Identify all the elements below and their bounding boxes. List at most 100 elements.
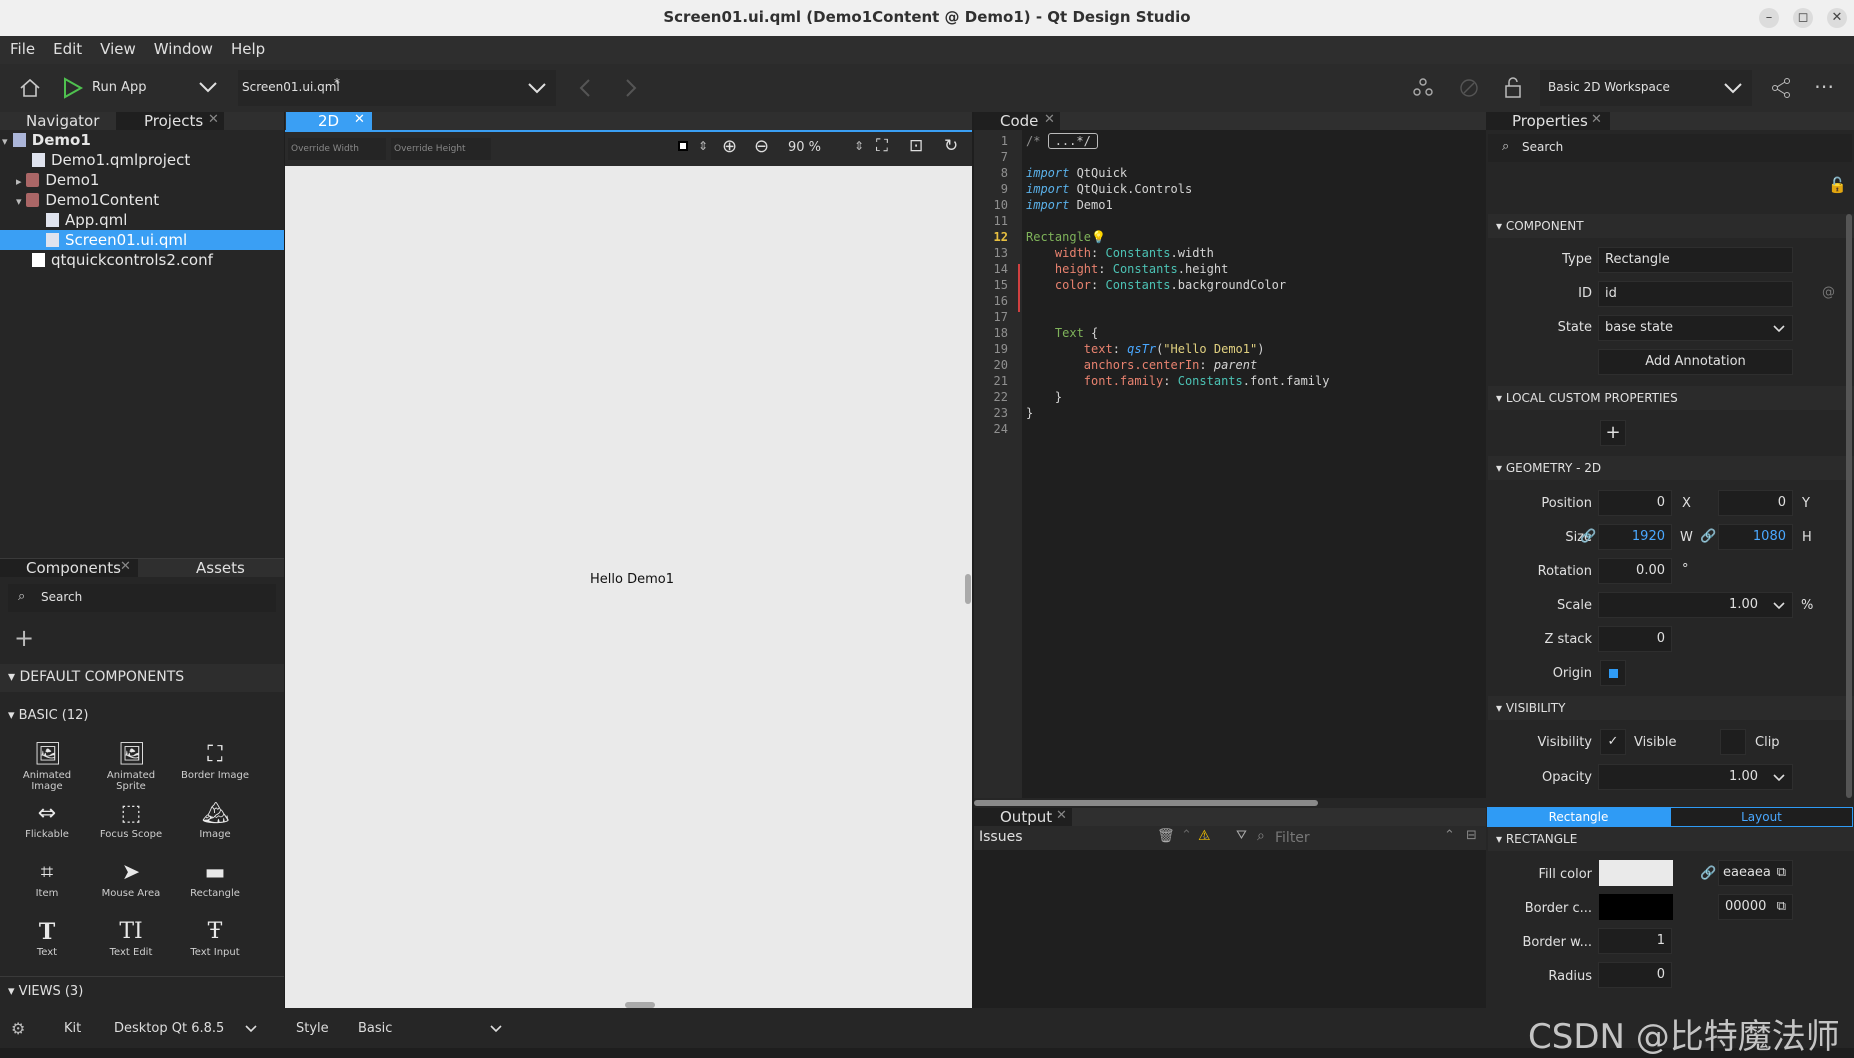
share-icon[interactable] <box>1770 77 1792 99</box>
alias-export-icon[interactable]: @ <box>1822 285 1835 300</box>
menu-edit[interactable]: Edit <box>43 36 90 58</box>
local-custom-properties-header[interactable]: ▾ LOCAL CUSTOM PROPERTIES <box>1488 386 1854 410</box>
close-button[interactable]: ✕ <box>1827 8 1847 28</box>
code-line[interactable]: anchors.centerIn: parent <box>1026 358 1257 372</box>
override-height-input[interactable]: Override Height <box>391 138 491 160</box>
chevron-up-icon[interactable]: ⌃ <box>1181 828 1192 843</box>
style-combo[interactable]: Basic <box>354 1014 506 1042</box>
code-line[interactable]: import QtQuick <box>1026 166 1127 180</box>
default-components-header[interactable]: ▾ DEFAULT COMPONENTS <box>0 664 284 692</box>
background-color-icon[interactable] <box>678 141 688 151</box>
state-combo[interactable]: base state <box>1598 315 1793 341</box>
geometry-section-header[interactable]: ▾ GEOMETRY - 2D <box>1488 456 1854 480</box>
forward-icon[interactable] <box>624 78 638 98</box>
component-text[interactable]: T Text <box>7 919 87 958</box>
properties-scrollbar[interactable] <box>1846 214 1852 798</box>
warning-icon[interactable]: ⚠ <box>1198 828 1211 844</box>
tree-item-screen01[interactable]: Screen01.ui.qml <box>0 230 284 250</box>
back-icon[interactable] <box>578 78 592 98</box>
tab-components[interactable]: Components <box>0 559 138 577</box>
close-tab-icon[interactable]: ✕ <box>1056 808 1067 823</box>
filter-input[interactable]: Filter <box>1275 830 1310 846</box>
size-w-field[interactable]: 1920 <box>1598 524 1672 550</box>
tree-item-demo1content[interactable]: ▾ Demo1Content <box>16 190 159 210</box>
spin-arrows-icon[interactable]: ⇕ <box>698 139 708 153</box>
tab-navigator[interactable]: Navigator <box>0 112 116 130</box>
code-horizontal-scrollbar[interactable] <box>974 800 1318 806</box>
position-x-field[interactable]: 0 <box>1598 490 1672 516</box>
code-line[interactable]: text: qsTr("Hello Demo1") <box>1026 342 1265 356</box>
component-section-header[interactable]: ▾ COMPONENT <box>1488 214 1854 238</box>
tree-item-qtquickcontrols2-conf[interactable]: qtquickcontrols2.conf <box>32 250 213 270</box>
gear-icon[interactable]: ⚙ <box>11 1019 25 1038</box>
code-line[interactable]: color: Constants.backgroundColor <box>1026 278 1286 292</box>
override-width-input[interactable]: Override Width <box>288 138 386 160</box>
link-icon[interactable]: 🔗 <box>1580 529 1596 544</box>
fill-color-swatch[interactable] <box>1599 860 1673 886</box>
zoom-spin-icon[interactable]: ⇕ <box>854 139 864 153</box>
code-line[interactable]: /* ...*/ <box>1026 133 1098 149</box>
clip-checkbox[interactable] <box>1720 729 1746 755</box>
tree-item-demo1-root[interactable]: ▾ Demo1 <box>2 130 91 150</box>
type-field[interactable]: Rectangle <box>1598 247 1793 273</box>
menu-view[interactable]: View <box>90 36 144 58</box>
origin-picker[interactable] <box>1600 660 1626 686</box>
hello-text-item[interactable]: Hello Demo1 <box>590 572 674 587</box>
border-color-swatch[interactable] <box>1599 894 1673 920</box>
code-line[interactable]: import Demo1 <box>1026 198 1113 212</box>
add-property-button[interactable]: + <box>1600 420 1626 446</box>
zstack-field[interactable]: 0 <box>1598 626 1672 652</box>
tree-item-qmlproject[interactable]: Demo1.qmlproject <box>32 150 190 170</box>
code-line[interactable]: } <box>1026 406 1033 420</box>
run-app-label[interactable]: Run App <box>92 80 146 95</box>
add-module-icon[interactable]: + <box>14 624 34 652</box>
tree-item-app-qml[interactable]: App.qml <box>46 210 127 230</box>
component-item[interactable]: ⌗ Item <box>7 860 87 899</box>
id-field[interactable]: id <box>1598 281 1793 307</box>
visible-checkbox[interactable]: ✓ <box>1600 729 1626 755</box>
zoom-in-icon[interactable]: ⊕ <box>722 136 737 157</box>
code-line[interactable]: Rectangle💡 <box>1026 230 1106 244</box>
component-mouse-area[interactable]: ➤ Mouse Area <box>91 860 171 899</box>
close-tab-icon[interactable]: ✕ <box>120 559 131 574</box>
minimize-button[interactable]: – <box>1759 8 1779 28</box>
close-tab-icon[interactable]: ✕ <box>354 112 365 127</box>
code-line[interactable]: height: Constants.height <box>1026 262 1228 276</box>
link-icon[interactable]: 🔗 <box>1700 529 1716 544</box>
component-text-edit[interactable]: TI Text Edit <box>91 919 171 958</box>
open-file-combo[interactable]: Screen01.ui.qml * <box>238 70 556 106</box>
code-line[interactable]: import QtQuick.Controls <box>1026 182 1192 196</box>
home-icon[interactable] <box>18 76 42 100</box>
issues-list[interactable] <box>974 850 1486 1008</box>
fit-selection-icon[interactable]: ⊡ <box>909 136 923 156</box>
tree-item-demo1-folder[interactable]: ▸ Demo1 <box>16 170 99 190</box>
panel-toggle-icon[interactable]: ⊟ <box>1466 828 1477 843</box>
copy-icon[interactable]: ⧉ <box>1777 895 1786 919</box>
close-tab-icon[interactable]: ✕ <box>1591 112 1602 127</box>
vertical-scrollbar[interactable] <box>965 574 971 604</box>
close-tab-icon[interactable]: ✕ <box>1044 112 1055 127</box>
zoom-level[interactable]: 90 % <box>788 140 821 155</box>
visibility-section-header[interactable]: ▾ VISIBILITY <box>1488 696 1854 720</box>
code-line[interactable]: } <box>1026 390 1062 404</box>
run-icon[interactable] <box>62 76 84 100</box>
basic-section-header[interactable]: ▾ BASIC (12) <box>8 708 88 723</box>
menu-help[interactable]: Help <box>221 36 273 58</box>
opacity-field[interactable]: 1.00 <box>1598 764 1793 790</box>
radius-field[interactable]: 0 <box>1598 962 1672 988</box>
component-rectangle[interactable]: ▬ Rectangle <box>175 860 255 899</box>
component-focus-scope[interactable]: ⬚ Focus Scope <box>91 801 171 840</box>
component-animated-image[interactable]: 🖼 Animated Image <box>7 742 87 792</box>
copy-icon[interactable]: ⧉ <box>1777 861 1786 885</box>
zoom-out-icon[interactable]: ⊖ <box>754 136 769 157</box>
lock-icon[interactable] <box>1503 76 1523 100</box>
scale-field[interactable]: 1.00 <box>1598 592 1793 618</box>
workspace-combo[interactable]: Basic 2D Workspace <box>1540 70 1752 106</box>
rectangle-section-header[interactable]: ▾ RECTANGLE <box>1488 827 1854 851</box>
trash-icon[interactable]: 🗑 <box>1157 828 1175 844</box>
size-h-field[interactable]: 1080 <box>1718 524 1793 550</box>
component-animated-sprite[interactable]: 🖼 Animated Sprite <box>91 742 171 792</box>
border-color-hex[interactable]: 00000 ⧉ <box>1718 894 1793 920</box>
link-icon[interactable]: 🔗 <box>1700 866 1716 881</box>
views-section-header[interactable]: ▾ VIEWS (3) <box>8 984 83 999</box>
